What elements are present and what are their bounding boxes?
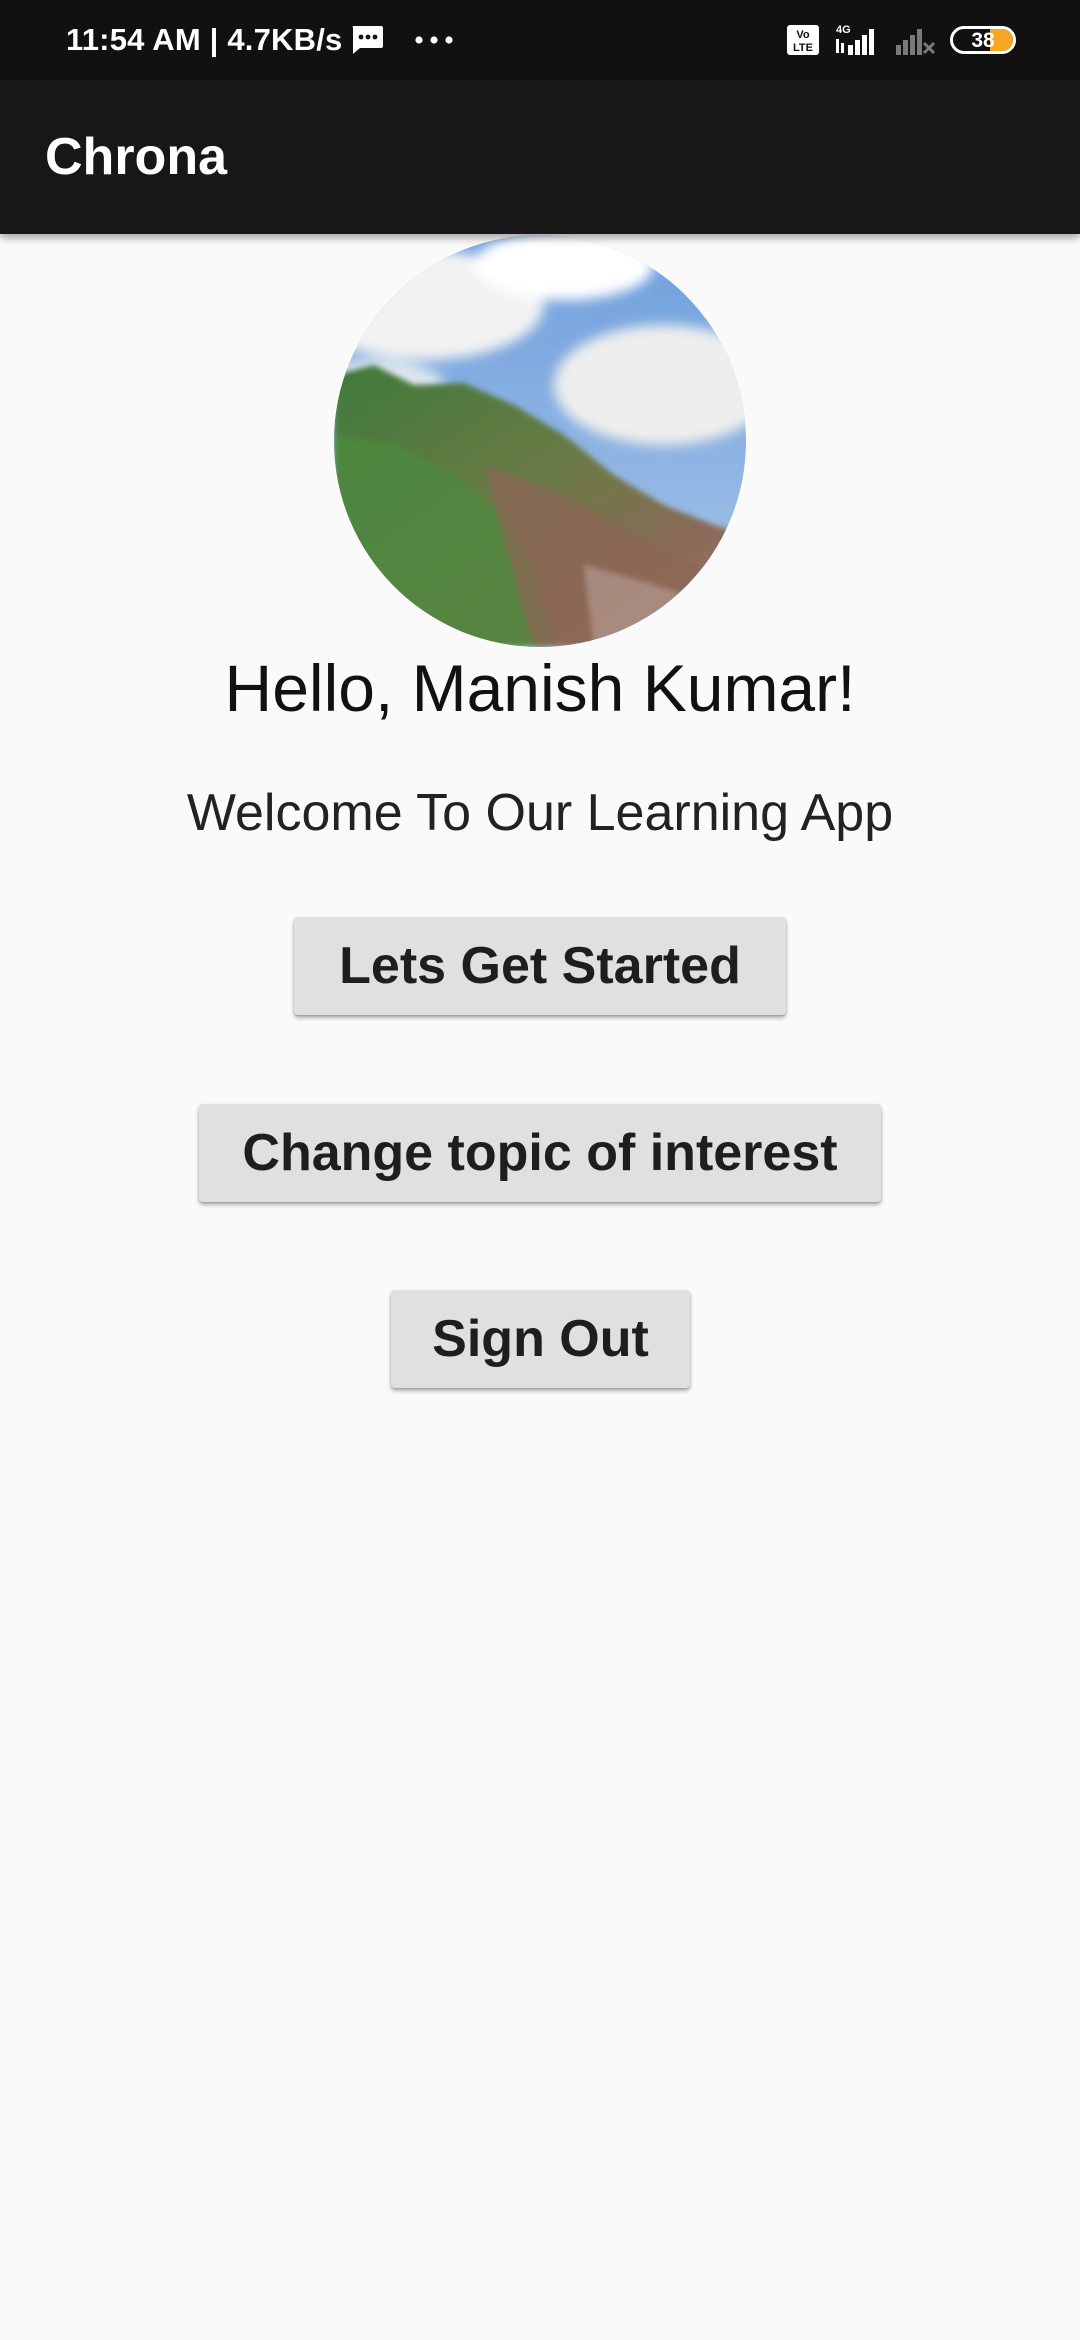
battery-icon: 38 (950, 26, 1016, 54)
svg-text:Vo: Vo (796, 29, 810, 41)
status-right: Vo LTE 4G 38 (772, 0, 1016, 80)
volte-icon: Vo LTE (786, 24, 820, 56)
status-left: 11:54 AM | 4.7KB/s (66, 0, 454, 80)
app-bar: Chrona (0, 80, 1080, 234)
battery-level: 38 (971, 28, 995, 52)
svg-text:LTE: LTE (793, 42, 813, 54)
profile-photo-mountain-icon (334, 235, 746, 647)
network-type-label: 4G (836, 24, 851, 36)
greeting-text: Hello, Manish Kumar! (224, 651, 856, 725)
signal-icon: 4G (834, 23, 880, 57)
profile-avatar (334, 235, 746, 647)
welcome-text: Welcome To Our Learning App (186, 784, 894, 842)
status-bar: 11:54 AM | 4.7KB/s Vo LTE 4G 38 (0, 0, 1080, 80)
sign-out-button[interactable]: Sign Out (391, 1290, 690, 1388)
app-title: Chrona (45, 128, 227, 186)
signal-no-service-icon (894, 23, 936, 57)
more-dots-icon (414, 35, 454, 45)
get-started-button[interactable]: Lets Get Started (294, 917, 786, 1015)
status-time-speed: 11:54 AM | 4.7KB/s (66, 22, 343, 57)
change-topic-button[interactable]: Change topic of interest (199, 1104, 881, 1202)
message-icon (350, 24, 384, 56)
